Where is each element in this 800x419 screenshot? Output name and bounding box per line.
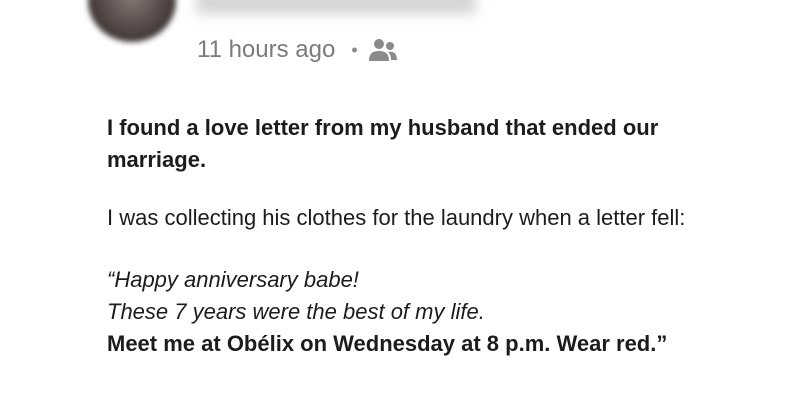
letter-line-3: Meet me at Obélix on Wednesday at 8 p.m.… — [107, 331, 668, 356]
post-meta: 11 hours ago • — [197, 33, 398, 67]
letter-line-1: “Happy anniversary babe! — [107, 267, 359, 292]
avatar[interactable] — [88, 0, 176, 42]
post-headline: I found a love letter from my husband th… — [107, 115, 659, 172]
letter-line-2: These 7 years were the best of my life. — [107, 299, 485, 324]
post-timestamp[interactable]: 11 hours ago — [197, 36, 335, 64]
meta-separator: • — [351, 39, 358, 60]
friends-icon[interactable] — [368, 37, 398, 63]
post-body: I found a love letter from my husband th… — [107, 112, 727, 360]
author-name-blurred[interactable] — [196, 0, 476, 14]
post-paragraph: I was collecting his clothes for the lau… — [107, 205, 686, 230]
